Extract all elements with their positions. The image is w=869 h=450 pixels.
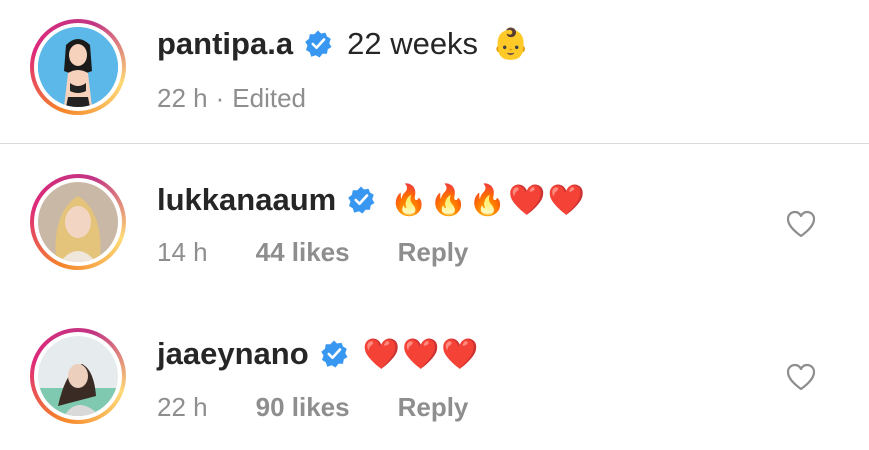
avatar-ring[interactable]	[30, 174, 126, 270]
comment-username[interactable]: jaaeynano	[157, 336, 309, 372]
avatar-ring[interactable]	[30, 328, 126, 424]
verified-badge-icon	[305, 30, 332, 58]
avatar-photo-icon	[38, 336, 118, 416]
verified-badge-icon	[348, 186, 375, 214]
avatar	[38, 182, 118, 262]
comment-emojis: 🔥🔥🔥❤️❤️	[390, 183, 587, 217]
comment-meta: 22 h 90 likes Reply	[157, 392, 516, 423]
caption-time: 22 h	[157, 83, 208, 113]
caption-text: 22 weeks	[347, 26, 479, 61]
comment-row: lukkanaaum 🔥🔥🔥❤️❤️ 14 h 44 likes Reply	[0, 144, 869, 294]
caption-meta: 22 h · Edited	[157, 83, 354, 114]
comment-username[interactable]: lukkanaaum	[157, 182, 336, 218]
baby-emoji: 👶	[492, 27, 532, 61]
comment-row: jaaeynano ❤️❤️❤️ 22 h 90 likes Reply	[0, 294, 869, 450]
avatar-photo-icon	[38, 182, 118, 262]
caption-row: pantipa.a 22 weeks 👶 22 h · Edited	[0, 0, 869, 143]
reply-button[interactable]: Reply	[398, 237, 469, 268]
reply-button[interactable]: Reply	[398, 392, 469, 423]
comment-time: 22 h	[157, 392, 208, 422]
heart-outline-icon[interactable]	[786, 210, 816, 238]
avatar-illustration-icon	[38, 27, 118, 107]
likes-count[interactable]: 44 likes	[256, 237, 350, 268]
comment-emojis: ❤️❤️❤️	[362, 337, 481, 371]
avatar-ring[interactable]	[30, 19, 126, 115]
comment-time: 14 h	[157, 237, 208, 267]
meta-separator: ·	[215, 83, 225, 113]
verified-badge-icon	[320, 340, 348, 368]
edited-label: Edited	[232, 83, 307, 113]
likes-count[interactable]: 90 likes	[256, 392, 350, 423]
heart-outline-icon[interactable]	[786, 363, 816, 391]
caption-username[interactable]: pantipa.a	[157, 26, 293, 62]
avatar	[38, 336, 118, 416]
avatar	[38, 27, 118, 107]
comment-meta: 14 h 44 likes Reply	[157, 237, 516, 268]
